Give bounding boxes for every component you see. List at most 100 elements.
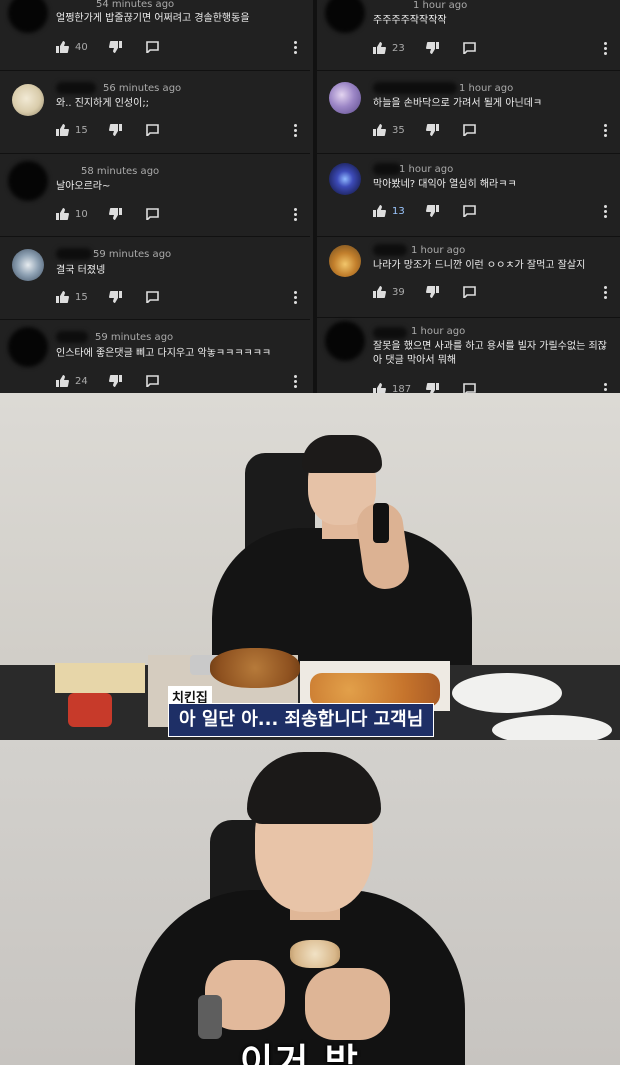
more-options-icon[interactable] — [294, 291, 298, 304]
like-count: 13 — [392, 205, 405, 217]
thumbs-down-icon[interactable] — [109, 208, 122, 220]
reply-icon[interactable] — [146, 375, 159, 387]
comment-item: 59 minutes ago 결국 터졌넹 15 — [0, 236, 310, 320]
thumbs-up-icon[interactable] — [373, 383, 386, 393]
pizza — [310, 673, 440, 707]
fried-chicken — [210, 648, 300, 688]
comment-actions: 187 — [373, 382, 476, 393]
comment-text: 날아오르라~ — [56, 181, 111, 192]
thumbs-down-icon[interactable] — [109, 41, 122, 53]
author-name-redacted — [373, 327, 407, 339]
reply-icon[interactable] — [146, 208, 159, 220]
comment-item: 59 minutes ago 인스타에 좋은댓글 삐고 다지우고 악놓ㅋㅋㅋㅋㅋ… — [0, 319, 310, 393]
avatar[interactable] — [325, 321, 365, 361]
reply-icon[interactable] — [146, 291, 159, 303]
like-count: 15 — [75, 124, 88, 136]
reply-icon[interactable] — [146, 41, 159, 53]
thumbs-down-icon[interactable] — [426, 42, 439, 54]
avatar[interactable] — [12, 249, 44, 281]
avatar[interactable] — [8, 161, 48, 201]
like-count: 40 — [75, 41, 88, 53]
reply-icon[interactable] — [463, 205, 476, 217]
comment-item: 58 minutes ago 날아오르라~ 10 — [0, 153, 310, 237]
like-count: 39 — [392, 286, 405, 298]
thumbs-up-icon[interactable] — [56, 375, 69, 387]
thumbs-up-icon[interactable] — [56, 41, 69, 53]
comment-actions: 40 — [56, 40, 159, 54]
comment-actions: 15 — [56, 123, 159, 137]
comment-text: 막아봤네? 대익아 열심히 해라ㅋㅋ — [373, 179, 517, 190]
comments-column-left: 54 minutes ago 얼쩡한가게 밥줄끊기면 어쩌려고 경솔한행동을 4… — [0, 0, 310, 393]
comment-item: 1 hour ago 잘못을 했으면 사과를 하고 용서를 빌자 가릴수없는 죄… — [317, 315, 620, 393]
avatar[interactable] — [12, 84, 44, 116]
more-options-icon[interactable] — [604, 124, 608, 137]
thumbs-up-icon[interactable] — [373, 124, 386, 136]
comment-text: 하늘을 손바닥으로 가려서 될게 아닌데ㅋ — [373, 98, 543, 109]
comment-text: 주주주주작작작작 — [373, 15, 447, 26]
comment-time: 1 hour ago — [399, 164, 454, 175]
thumbs-up-icon[interactable] — [56, 124, 69, 136]
wristwatch — [198, 995, 222, 1039]
more-options-icon[interactable] — [604, 383, 608, 393]
thumbs-up-icon[interactable] — [373, 286, 386, 298]
avatar[interactable] — [329, 82, 361, 114]
comment-time: 58 minutes ago — [81, 166, 160, 177]
video-frame-eating: 이거 받 — [0, 740, 620, 1065]
phone — [373, 503, 389, 543]
snack-box — [55, 663, 145, 693]
author-name-redacted — [373, 163, 401, 175]
thumbs-down-icon[interactable] — [109, 124, 122, 136]
comment-item: 1 hour ago 막아봤네? 대익아 열심히 해라ㅋㅋ 13 — [317, 153, 620, 237]
more-options-icon[interactable] — [604, 286, 608, 299]
comment-actions: 24 — [56, 374, 159, 388]
thumbs-up-icon[interactable] — [373, 205, 386, 217]
thumbs-up-icon[interactable] — [373, 42, 386, 54]
author-name-redacted — [56, 82, 96, 94]
like-count: 35 — [392, 124, 405, 136]
author-name-redacted — [56, 248, 92, 260]
comment-time: 59 minutes ago — [93, 249, 172, 260]
sauce-cup — [68, 693, 112, 727]
thumbs-down-icon[interactable] — [109, 375, 122, 387]
reply-icon[interactable] — [463, 42, 476, 54]
avatar[interactable] — [8, 0, 48, 33]
more-options-icon[interactable] — [604, 205, 608, 218]
thumbs-down-icon[interactable] — [426, 383, 439, 393]
more-options-icon[interactable] — [604, 42, 608, 55]
comment-text: 잘못을 했으면 사과를 하고 용서를 빌자 가릴수없는 죄잖아 댓글 막아서 뭐… — [373, 341, 607, 366]
comment-item: 54 minutes ago 얼쩡한가게 밥줄끊기면 어쩌려고 경솔한행동을 4… — [0, 0, 310, 71]
avatar[interactable] — [329, 245, 361, 277]
comment-actions: 13 — [373, 204, 476, 218]
thumbs-down-icon[interactable] — [426, 286, 439, 298]
reply-icon[interactable] — [146, 124, 159, 136]
reply-icon[interactable] — [463, 383, 476, 393]
more-options-icon[interactable] — [294, 41, 298, 54]
more-options-icon[interactable] — [294, 124, 298, 137]
like-count: 23 — [392, 42, 405, 54]
avatar[interactable] — [329, 163, 361, 195]
thumbs-down-icon[interactable] — [426, 205, 439, 217]
plate — [492, 715, 612, 740]
thumbs-up-icon[interactable] — [56, 208, 69, 220]
thumbs-down-icon[interactable] — [426, 124, 439, 136]
reply-icon[interactable] — [463, 124, 476, 136]
comment-time: 1 hour ago — [459, 83, 514, 94]
avatar[interactable] — [8, 327, 48, 367]
reply-icon[interactable] — [463, 286, 476, 298]
comments-screenshot: 54 minutes ago 얼쩡한가게 밥줄끊기면 어쩌려고 경솔한행동을 4… — [0, 0, 620, 393]
more-options-icon[interactable] — [294, 375, 298, 388]
like-count: 10 — [75, 208, 88, 220]
avatar[interactable] — [325, 0, 365, 33]
thumbs-up-icon[interactable] — [56, 291, 69, 303]
person-hand-right — [305, 968, 390, 1040]
comment-text: 나라가 망조가 드니깐 이런 ㅇㅇㅊ가 잘먹고 잘살지 — [373, 260, 586, 271]
comment-item: 1 hour ago 주주주주작작작작 23 — [317, 0, 620, 71]
person-hair — [302, 435, 382, 473]
plate — [452, 673, 562, 713]
author-name-redacted — [56, 331, 88, 343]
comment-text: 인스타에 좋은댓글 삐고 다지우고 악놓ㅋㅋㅋㅋㅋㅋ — [56, 348, 272, 359]
more-options-icon[interactable] — [294, 208, 298, 221]
thumbs-down-icon[interactable] — [109, 291, 122, 303]
comment-text: 와.. 진지하게 인성이;; — [56, 98, 150, 109]
comment-text: 결국 터졌넹 — [56, 265, 106, 276]
